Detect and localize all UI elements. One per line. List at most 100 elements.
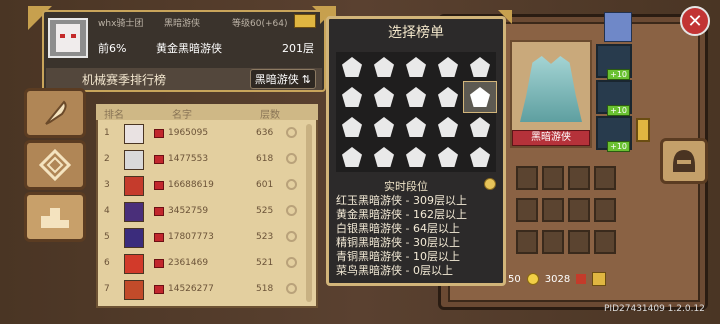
row-avatar [124, 202, 144, 222]
expand-tab[interactable] [636, 118, 650, 142]
class-emblem-icon [438, 147, 458, 167]
inventory-slot[interactable] [594, 198, 616, 222]
hero-icon-2[interactable] [368, 52, 400, 82]
feather-icon [45, 100, 67, 125]
inventory-slot[interactable] [516, 166, 538, 190]
row-avatar [124, 228, 144, 248]
hero-icon-6[interactable] [336, 82, 368, 112]
upgrade-badge: +10 [607, 141, 630, 152]
tab-podium[interactable] [24, 192, 86, 242]
equipment-slot[interactable]: +10 [596, 80, 632, 116]
hero-icon-1[interactable] [336, 52, 368, 82]
inspect-icon[interactable] [286, 283, 297, 294]
skin-avatar[interactable] [604, 12, 632, 42]
row-rank: 5 [104, 232, 110, 242]
currency-bar: 50 3028 [508, 268, 644, 290]
inventory-slot[interactable] [594, 230, 616, 254]
inventory-slot[interactable] [568, 166, 590, 190]
inventory-slot[interactable] [516, 198, 538, 222]
hero-icon-15[interactable] [464, 112, 496, 142]
inventory-slot[interactable] [542, 166, 564, 190]
row-floors: 601 [256, 180, 274, 190]
close-icon: ✕ [687, 10, 703, 32]
inspect-icon[interactable] [286, 153, 297, 164]
inventory-slot[interactable] [594, 166, 616, 190]
hero-icon-7[interactable] [368, 82, 400, 112]
tab-diamond[interactable] [24, 140, 86, 190]
class-emblem-icon [470, 117, 490, 137]
inspect-icon[interactable] [286, 231, 297, 242]
hero-icon-11[interactable] [336, 112, 368, 142]
table-row[interactable]: 3 16688619 601 [96, 174, 308, 198]
hero-icon-19[interactable] [432, 142, 464, 172]
hero-icon-13[interactable] [400, 112, 432, 142]
player-avatar [48, 18, 88, 58]
hero-icon-14[interactable] [432, 112, 464, 142]
menu-grid-icon[interactable] [592, 272, 607, 286]
table-row[interactable]: 6 2361469 521 [96, 252, 308, 276]
row-name: 1965095 [168, 128, 209, 138]
hero-icon-12[interactable] [368, 112, 400, 142]
gift-icon [154, 207, 164, 216]
inspect-icon[interactable] [286, 257, 297, 268]
diamond-icon [38, 148, 72, 182]
inspect-icon[interactable] [286, 205, 297, 216]
helmet-button[interactable] [660, 138, 708, 184]
class-emblem-icon [342, 147, 362, 167]
hero-icon-9[interactable] [432, 82, 464, 112]
inspect-icon[interactable] [286, 127, 297, 138]
table-row[interactable]: 5 17807773 523 [96, 226, 308, 250]
podium-icon [41, 208, 69, 228]
row-floors: 618 [256, 154, 274, 164]
table-row[interactable]: 7 14526277 518 [96, 278, 308, 302]
player-level: 等级60(+64) [232, 19, 288, 29]
inventory-slot[interactable] [542, 230, 564, 254]
class-emblem-icon [342, 117, 362, 137]
hero-icon-16[interactable] [336, 142, 368, 172]
row-floors: 525 [256, 206, 274, 216]
equipment-slot[interactable]: +10 [596, 116, 632, 152]
row-rank: 7 [104, 284, 110, 294]
season-bar: 机械赛季排行榜 黑暗游侠 ⇅ [46, 68, 322, 90]
close-button[interactable]: ✕ [680, 6, 710, 36]
hero-icon-3[interactable] [400, 52, 432, 82]
helmet-icon [673, 150, 695, 172]
row-avatar [124, 176, 144, 196]
hero-icon-18[interactable] [400, 142, 432, 172]
hero-icon-4[interactable] [432, 52, 464, 82]
equipment-slot[interactable]: +10 [596, 44, 632, 80]
class-emblem-icon [470, 147, 490, 167]
coin-icon[interactable] [484, 178, 496, 190]
class-emblem-icon [342, 87, 362, 107]
gold-count: 3028 [544, 273, 571, 285]
gold-icon [576, 274, 587, 284]
upgrade-badge: +10 [607, 69, 630, 80]
inspect-icon[interactable] [286, 179, 297, 190]
inventory-slot[interactable] [568, 198, 590, 222]
gem-coin-icon [526, 273, 539, 285]
inventory-slot[interactable] [516, 230, 538, 254]
inventory-slot[interactable] [542, 198, 564, 222]
row-name: 17807773 [168, 232, 214, 242]
table-row[interactable]: 2 1477553 618 [96, 148, 308, 172]
hero-icon-10[interactable] [463, 81, 497, 113]
row-floors: 523 [256, 232, 274, 242]
selector-label: 黑暗游侠 [254, 73, 299, 86]
leaderboard-selector-button[interactable]: 黑暗游侠 ⇅ [249, 69, 316, 89]
class-emblem-icon [438, 117, 458, 137]
inventory-slot[interactable] [568, 230, 590, 254]
hero-name-badge: 黑暗游侠 [512, 130, 590, 146]
header-floors: 层数 [260, 110, 280, 121]
tab-feather[interactable] [24, 88, 86, 138]
class-emblem-icon [470, 57, 490, 77]
row-avatar [124, 124, 144, 144]
hero-icon-17[interactable] [368, 142, 400, 172]
hero-icon-8[interactable] [400, 82, 432, 112]
hero-icon-5[interactable] [464, 52, 496, 82]
table-scrollbar[interactable] [306, 124, 312, 302]
table-row[interactable]: 1 1965095 636 [96, 122, 308, 146]
class-emblem-icon [406, 57, 426, 77]
row-avatar [124, 254, 144, 274]
hero-icon-20[interactable] [464, 142, 496, 172]
table-row[interactable]: 4 3452759 525 [96, 200, 308, 224]
